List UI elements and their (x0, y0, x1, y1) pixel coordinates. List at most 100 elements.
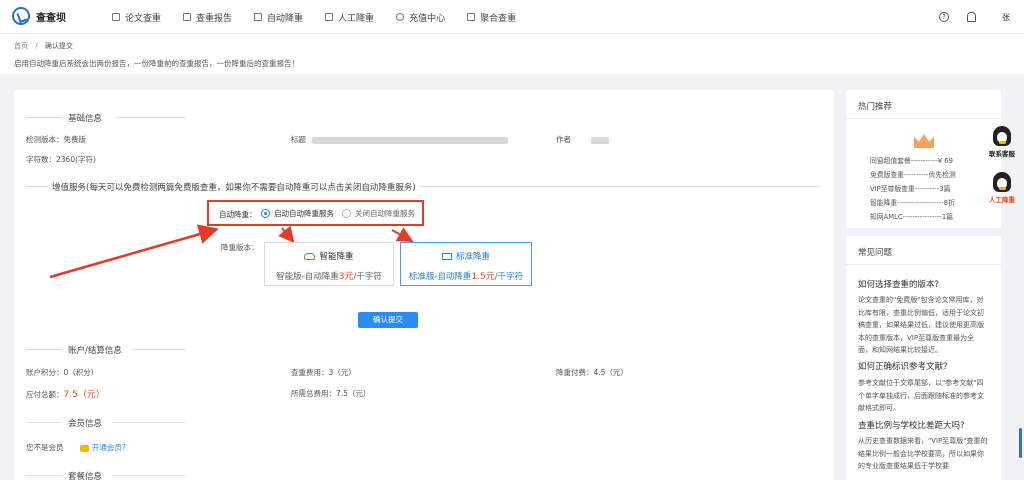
nav-item-label: 自动降重 (267, 13, 304, 24)
nav-item-aggregate-check[interactable]: 聚合查重 (467, 11, 516, 24)
help-icon[interactable]: ? (939, 12, 949, 22)
option-card-title: 标准降重 (401, 250, 531, 262)
faq-answer: 参考文献位于文章尾部，以"参考文献"四个单字单独成行，后面跟随标准的参考文献格式… (858, 379, 984, 412)
divider (26, 422, 62, 423)
radio-enable-auto-reduce[interactable]: 启动自动降重服务 (261, 208, 334, 219)
breadcrumb: 首页 / 确认提交 (14, 41, 73, 51)
section-title-package: 套餐信息 (68, 472, 103, 480)
radio-unchecked-icon (342, 209, 351, 218)
qq-penguin-icon (993, 126, 1011, 146)
crown-icon (914, 134, 934, 148)
recommend-item[interactable]: 免费版查重----------优先检测 (870, 168, 956, 182)
option-card-standard-reduce[interactable]: 标准降重 标准版-自动降重1.5元/千字符 (400, 242, 532, 286)
top-navbar: 查查坝 论文查重 查重报告 自动降重 人工降重 充值中心 聚合查重 ? 张 (0, 0, 1024, 34)
version-label: 检测版本： (26, 135, 64, 144)
main-nav: 论文查重 查重报告 自动降重 人工降重 充值中心 聚合查重 (112, 0, 538, 34)
radio-label: 启动自动降重服务 (274, 209, 334, 218)
user-name[interactable]: 张 (1002, 12, 1010, 23)
divider (132, 349, 186, 350)
nav-item-auto-reduce[interactable]: 自动降重 (254, 11, 303, 24)
reduce-fee-field: 降重付费：4.5（元） (556, 367, 628, 378)
need-fee-value: 7.5（元） (336, 389, 371, 398)
open-vip-link[interactable]: 开通会员? (79, 443, 126, 452)
recommend-item[interactable]: 同窗超值套餐-----------¥ 69 (870, 154, 956, 168)
faq-question[interactable]: 如何正确标识参考文献? (858, 360, 948, 372)
auto-reduce-label: 自动降重： (219, 210, 257, 219)
monitor-icon (441, 253, 452, 260)
open-vip-link-text: 开通会员? (91, 443, 126, 452)
section-title-account: 账户/结算信息 (68, 346, 122, 356)
divider (26, 186, 48, 187)
author-field: 作者 (556, 134, 610, 145)
scrollbar-thumb[interactable] (1019, 428, 1022, 458)
option-price: 1.5元 (471, 272, 495, 282)
reduce-fee-value: 4.5（元） (593, 368, 628, 377)
reduce-fee-label: 降重付费： (556, 368, 594, 377)
recommend-item[interactable]: 智能降重-------------------8折 (870, 196, 956, 210)
option-price: 3元 (338, 272, 354, 282)
nav-item-recharge[interactable]: 充值中心 (396, 11, 445, 24)
faq-question[interactable]: 如何选择查重的版本? (858, 278, 939, 290)
auto-reduce-radio-group: 自动降重： 启动自动降重服务 关闭自动降重服务 (207, 200, 424, 226)
option-card-desc: 标准版-自动降重1.5元/千字符 (401, 269, 531, 282)
breadcrumb-home[interactable]: 首页 (14, 42, 28, 50)
recommend-item[interactable]: VIP至尊版查重----------3篇 (870, 182, 956, 196)
nav-item-label: 聚合查重 (480, 13, 517, 24)
annotation-arrow (49, 224, 219, 279)
reduce-version-label: 降重版本： (221, 243, 259, 252)
option-card-smart-reduce[interactable]: 智能降重 智能版-自动降重3元/千字符 (264, 242, 394, 286)
bell-icon[interactable] (967, 12, 976, 22)
version-value: 免费版 (63, 135, 87, 144)
divider (420, 186, 820, 187)
word-count-label: 字符数： (26, 155, 56, 164)
sidebar-faq-title: 常见问题 (858, 248, 893, 258)
check-fee-field: 查重费用：3（元） (291, 367, 356, 378)
sidebar-hot-title: 热门推荐 (858, 102, 893, 112)
divider (112, 422, 186, 423)
faq-question[interactable]: 查重比例与学校比差距大吗? (858, 419, 965, 431)
option-card-title: 智能降重 (265, 250, 393, 262)
option-desc-prefix: 标准版-自动降重 (408, 272, 472, 282)
divider (846, 118, 1001, 119)
radio-disable-auto-reduce[interactable]: 关闭自动降重服务 (342, 208, 415, 219)
recharge-icon (396, 13, 405, 21)
radio-label: 关闭自动降重服务 (355, 209, 415, 218)
contact-service-label: 联系客服 (989, 150, 1015, 158)
recommend-item[interactable]: 知网AMLC----------------1篇 (870, 210, 956, 224)
qq-penguin-icon (993, 172, 1011, 192)
divider (26, 349, 62, 350)
confirm-submit-button[interactable]: 确认提交 (358, 312, 418, 328)
divider (26, 117, 62, 118)
vip-icon (79, 444, 89, 452)
faq-answer: 从历史查重数据来看，"VIP至尊版"查重的结果比例一般会比学校要高，所以如果你的… (858, 437, 988, 470)
points-label: 账户积分： (26, 368, 64, 377)
breadcrumb-separator: / (35, 42, 38, 50)
option-desc-suffix: /千字符 (494, 272, 524, 282)
report-icon (183, 13, 192, 21)
member-status: 您不是会员 (26, 443, 64, 452)
auto-reduce-icon (254, 13, 263, 21)
logo-text: 查查坝 (36, 12, 66, 24)
float-contact-service[interactable]: 联系客服 (980, 126, 1024, 158)
float-manual-reduce[interactable]: 人工降重 (980, 172, 1024, 204)
sidebar-faq: 常见问题 如何选择查重的版本? 论文查重的"免费版"包含论文常用库，对比库有限，… (846, 236, 1001, 480)
option-card-desc: 智能版-自动降重3元/千字符 (265, 269, 393, 282)
recommend-list: 同窗超值套餐-----------¥ 69 免费版查重----------优先检… (870, 154, 956, 224)
logo[interactable]: 查查坝 (12, 7, 66, 25)
check-fee-label: 查重费用： (291, 368, 329, 377)
total-field: 应付总额：7.5（元） (26, 387, 105, 400)
total-value: 7.5（元） (63, 390, 105, 400)
section-title-value-service: 增值服务(每天可以免费检测两篇免费版查重，如果你不需要自动降重可以点击关闭自动降… (52, 183, 416, 193)
nav-item-manual-reduce[interactable]: 人工降重 (325, 11, 374, 24)
nav-item-report[interactable]: 查重报告 (183, 11, 232, 24)
divider (26, 475, 62, 476)
title-label: 标题 (291, 135, 306, 144)
manual-reduce-icon (325, 13, 334, 21)
section-title-basic: 基础信息 (68, 114, 103, 124)
top-right-tools: ? 张 (939, 0, 1024, 34)
section-title-member: 会员信息 (68, 419, 103, 429)
title-field: 标题 (291, 134, 509, 145)
document-check-icon (112, 13, 120, 21)
nav-item-paper-check[interactable]: 论文查重 (112, 11, 161, 24)
faq-answer: 论文查重的"免费版"包含论文常用库，对比库有限，查重比例偏低，适用于论文初稿查重… (858, 296, 984, 354)
